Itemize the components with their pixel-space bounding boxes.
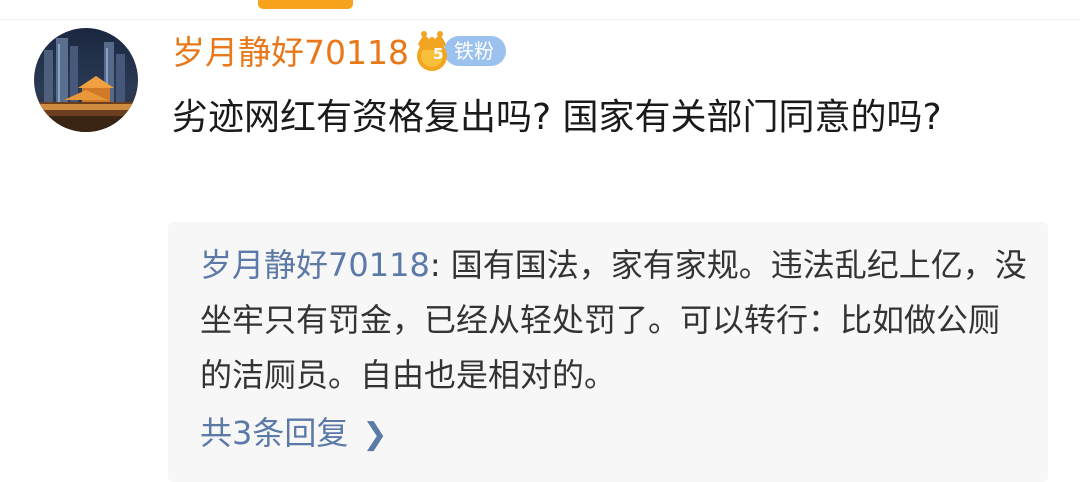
- fan-badge[interactable]: 铁粉 5: [410, 30, 506, 72]
- view-replies-label: 共3条回复: [200, 414, 349, 452]
- comment-username[interactable]: 岁月静好70118: [172, 30, 409, 76]
- fan-badge-label: 铁粉: [454, 39, 494, 63]
- crown-icon: 5: [410, 30, 454, 72]
- active-tab-indicator: [258, 0, 353, 9]
- reply-author[interactable]: 岁月静好70118: [200, 246, 430, 284]
- fan-level-number: 5: [433, 45, 444, 63]
- avatar-city-night-image: [34, 28, 138, 132]
- avatar[interactable]: [34, 28, 138, 132]
- view-all-replies-link[interactable]: 共3条回复 ❯: [200, 408, 388, 458]
- comment-body: 劣迹网红有资格复出吗? 国家有关部门同意的吗?: [172, 97, 942, 138]
- reply-preview[interactable]: 岁月静好70118: 国有国法，家有家规。违法乱纪上亿，没坐牢只有罚金，已经从轻…: [168, 222, 1048, 482]
- reply-body: 岁月静好70118: 国有国法，家有家规。违法乱纪上亿，没坐牢只有罚金，已经从轻…: [200, 238, 1030, 403]
- divider: [0, 19, 1080, 20]
- chevron-right-icon: ❯: [362, 417, 388, 452]
- reply-separator: :: [429, 246, 451, 284]
